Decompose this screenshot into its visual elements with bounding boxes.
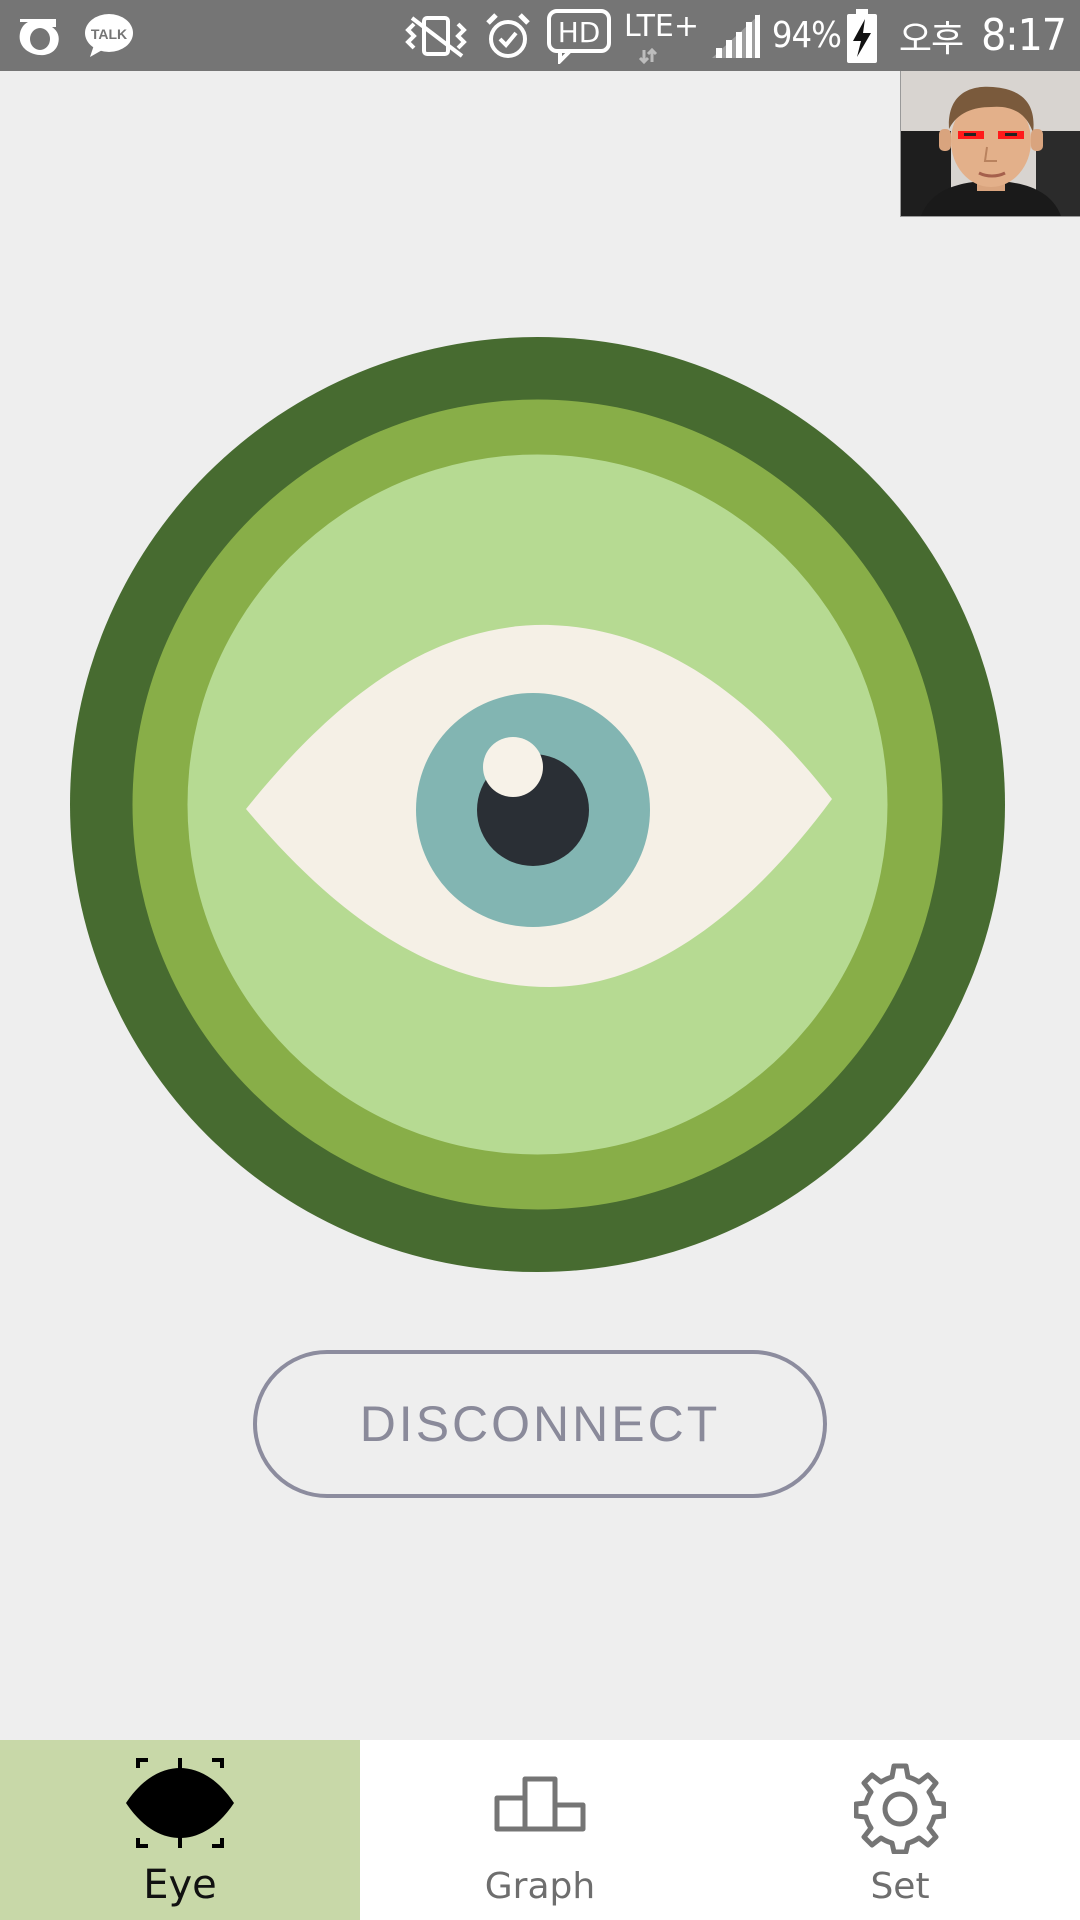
ampm-label: 오후	[898, 18, 964, 60]
kakaotalk-icon: TALK	[84, 13, 134, 59]
status-bar-left: TALK	[14, 0, 156, 71]
eye-status-indicator	[70, 337, 1005, 1272]
vibrate-icon	[404, 12, 470, 60]
app-screen: TALK HD LTE+ 94% 오후 8:17 DISCONNECT Eye …	[0, 0, 1080, 1920]
gear-icon	[720, 1762, 1080, 1854]
tab-graph-label: Graph	[484, 1866, 596, 1907]
hd-icon: HD	[546, 8, 612, 64]
battery-charging-icon	[846, 8, 877, 63]
battery-percent: 94%	[771, 15, 842, 56]
tab-set-label: Set	[870, 1866, 930, 1907]
alarm-icon	[484, 11, 532, 61]
bar-graph-icon	[360, 1776, 720, 1832]
disconnect-button-label: DISCONNECT	[359, 1396, 721, 1452]
eye-icon	[70, 337, 1005, 1272]
signal-icon	[710, 12, 762, 60]
status-bar: TALK HD LTE+ 94% 오후 8:17	[0, 0, 1080, 71]
eye-highlight	[483, 737, 543, 797]
clock: 8:17	[981, 10, 1067, 61]
tab-eye[interactable]: Eye	[0, 1740, 360, 1920]
tab-graph[interactable]: Graph	[360, 1740, 720, 1920]
kakaotalk-badge-text: TALK	[91, 26, 127, 42]
lte-label: LTE+	[624, 9, 699, 44]
camera-preview-face	[901, 71, 1080, 216]
status-bar-right: HD LTE+ 94% 오후 8:17	[404, 0, 1067, 71]
camera-preview	[900, 71, 1080, 217]
hd-label: HD	[558, 16, 601, 49]
eye-scan-icon	[0, 1758, 360, 1848]
olleh-icon	[14, 13, 62, 59]
lte-icon: LTE+	[622, 6, 700, 66]
bottom-navigation: Eye Graph Set	[0, 1740, 1080, 1920]
tab-eye-label: Eye	[143, 1862, 217, 1908]
disconnect-button[interactable]: DISCONNECT	[253, 1350, 827, 1498]
tab-set[interactable]: Set	[720, 1740, 1080, 1920]
